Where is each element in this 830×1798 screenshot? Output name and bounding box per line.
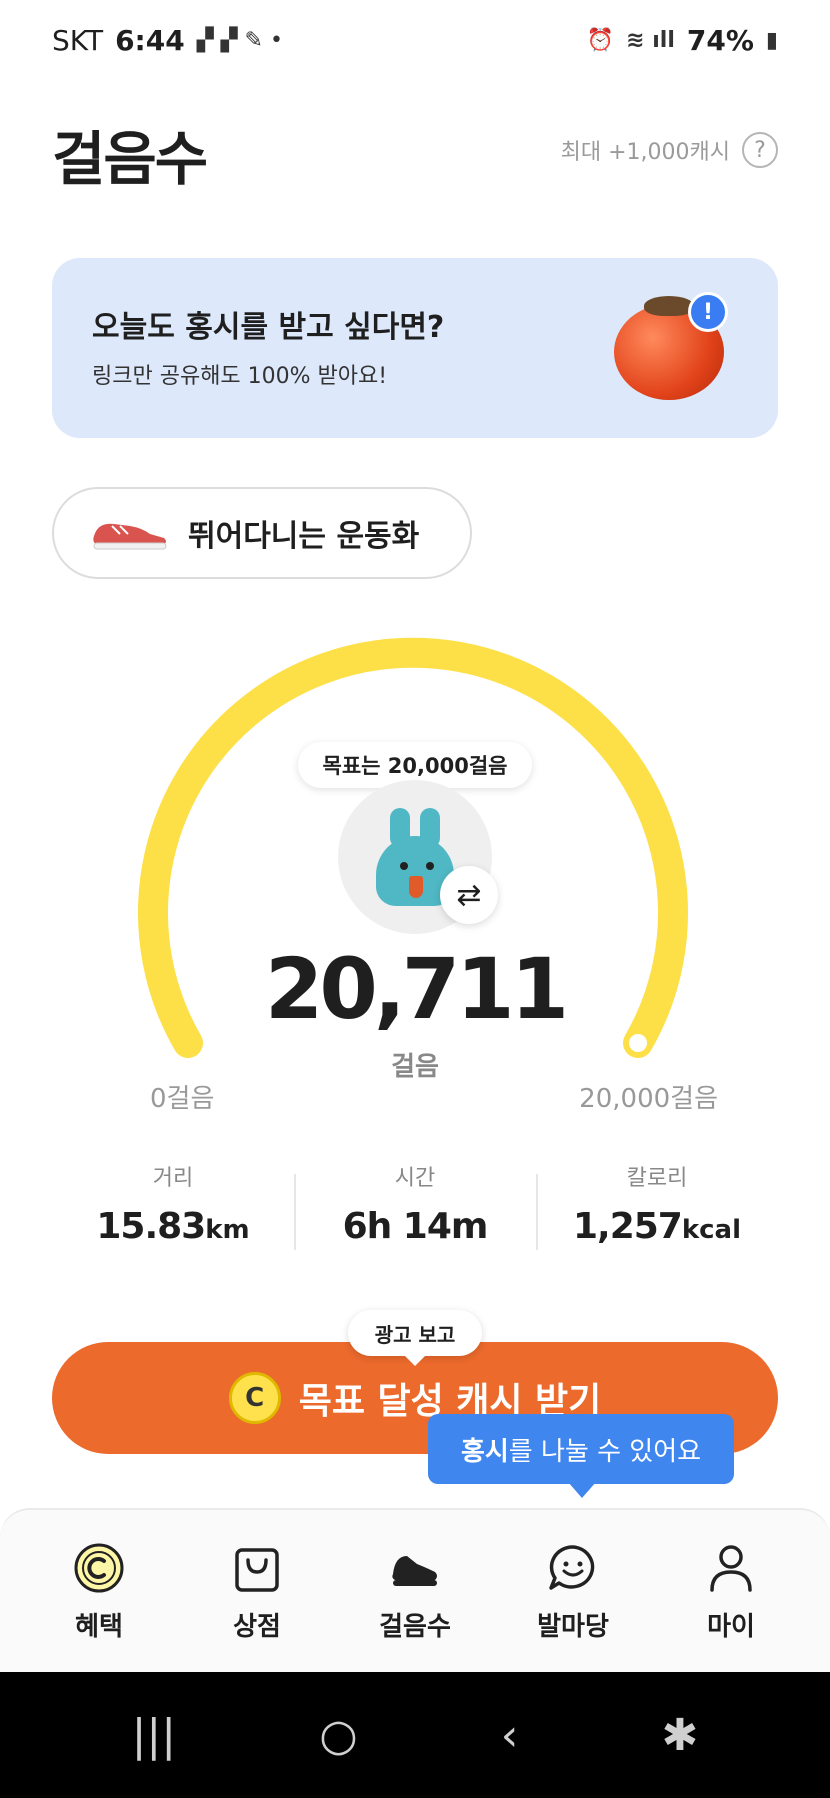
stat-calories: 칼로리 1,257kcal	[536, 1160, 778, 1260]
help-icon[interactable]: ?	[742, 132, 778, 168]
shoe-label: 뛰어다니는 운동화	[188, 519, 420, 554]
shoe-selector-button[interactable]: 뛰어다니는 운동화	[52, 487, 472, 579]
shopping-bag-icon	[235, 1547, 279, 1592]
stat-value: 6h 14m	[342, 1206, 489, 1247]
nav-label: 마이	[707, 1611, 755, 1642]
nav-label: 혜택	[75, 1611, 123, 1642]
alarm-icon: ⏰	[586, 27, 615, 53]
home-button[interactable]: ○	[319, 1710, 357, 1761]
gauge-max-label: 20,000걸음	[579, 1084, 718, 1114]
wifi-signal-icon: ≋ ıll	[626, 27, 675, 53]
stat-value: 1,257kcal	[572, 1206, 742, 1247]
max-cash-info[interactable]: 최대 +1,000캐시 ?	[561, 132, 778, 168]
alert-badge-icon: !	[688, 292, 728, 332]
nav-label: 발마당	[537, 1611, 609, 1642]
clock: 6:44	[115, 23, 185, 57]
notification-icon: ▞ ▞ ✎ •	[196, 27, 283, 53]
stat-distance: 거리 15.83km	[52, 1160, 294, 1260]
stat-label: 거리	[152, 1166, 194, 1191]
gauge-min-label: 0걸음	[150, 1084, 215, 1114]
person-icon	[710, 1544, 752, 1592]
stat-time: 시간 6h 14m	[294, 1160, 536, 1260]
share-banner[interactable]: 오늘도 홍시를 받고 싶다면? 링크만 공유해도 100% 받아요! !	[52, 258, 778, 438]
nav-item-my[interactable]: 마이	[661, 1540, 801, 1643]
page-title: 걸음수	[52, 125, 208, 193]
cash-coin-icon	[74, 1543, 124, 1592]
status-left: SKT 6:44 ▞ ▞ ✎ •	[52, 24, 283, 57]
stat-label: 칼로리	[626, 1166, 688, 1191]
ad-bubble: 광고 보고	[348, 1310, 482, 1366]
step-count: 20,711	[264, 940, 569, 1038]
nav-item-steps[interactable]: 걸음수	[345, 1540, 485, 1643]
sneaker-icon	[392, 1555, 437, 1586]
bottom-nav: 혜택 상점 걸음수 발마당 마이	[0, 1508, 830, 1672]
mascot-mouth	[409, 876, 423, 898]
nav-label: 걸음수	[379, 1611, 451, 1642]
battery-level: 74%	[686, 23, 754, 57]
persimmon-leaf	[644, 296, 694, 316]
accessibility-icon[interactable]: ✱	[662, 1710, 699, 1761]
battery-icon: ▮	[765, 27, 778, 53]
nav-item-shop[interactable]: 상점	[187, 1540, 327, 1643]
sneaker-icon	[93, 523, 167, 550]
step-gauge: 목표는 20,000걸음 ⇄ 20,711 걸음 0걸음 20,000걸음	[0, 600, 830, 1160]
stat-value: 15.83km	[96, 1206, 250, 1247]
status-bar: SKT 6:44 ▞ ▞ ✎ • ⏰ ≋ ıll 74% ▮	[0, 0, 830, 80]
back-button[interactable]: ‹	[501, 1710, 519, 1761]
carrier-label: SKT	[52, 23, 104, 57]
coin-icon: C	[228, 1372, 281, 1424]
nav-label: 상점	[233, 1611, 281, 1642]
nav-item-benefits[interactable]: 혜택	[29, 1540, 169, 1643]
activity-stats: 거리 15.83km 시간 6h 14m 칼로리 1,257kcal	[52, 1160, 778, 1260]
nav-item-community[interactable]: 발마당	[503, 1540, 643, 1643]
stat-label: 시간	[394, 1166, 436, 1191]
recents-button[interactable]: |||	[132, 1710, 176, 1761]
swap-mascot-button[interactable]: ⇄	[440, 866, 498, 924]
chat-smile-icon	[549, 1544, 595, 1590]
tooltip-highlight: 홍시	[460, 1436, 509, 1467]
mascot-eye-right	[426, 862, 434, 870]
mascot-eye-left	[400, 862, 408, 870]
status-right: ⏰ ≋ ıll 74% ▮	[587, 24, 778, 57]
system-nav-bar: ||| ○ ‹ ✱	[0, 1672, 830, 1798]
swap-arrows-icon: ⇄	[456, 877, 482, 913]
max-cash-label: 최대 +1,000캐시	[560, 140, 730, 165]
tooltip-text: 를 나눌 수 있어요	[508, 1436, 702, 1467]
persimmon-icon: !	[614, 292, 728, 404]
share-tooltip: 홍시 를 나눌 수 있어요	[428, 1414, 734, 1498]
